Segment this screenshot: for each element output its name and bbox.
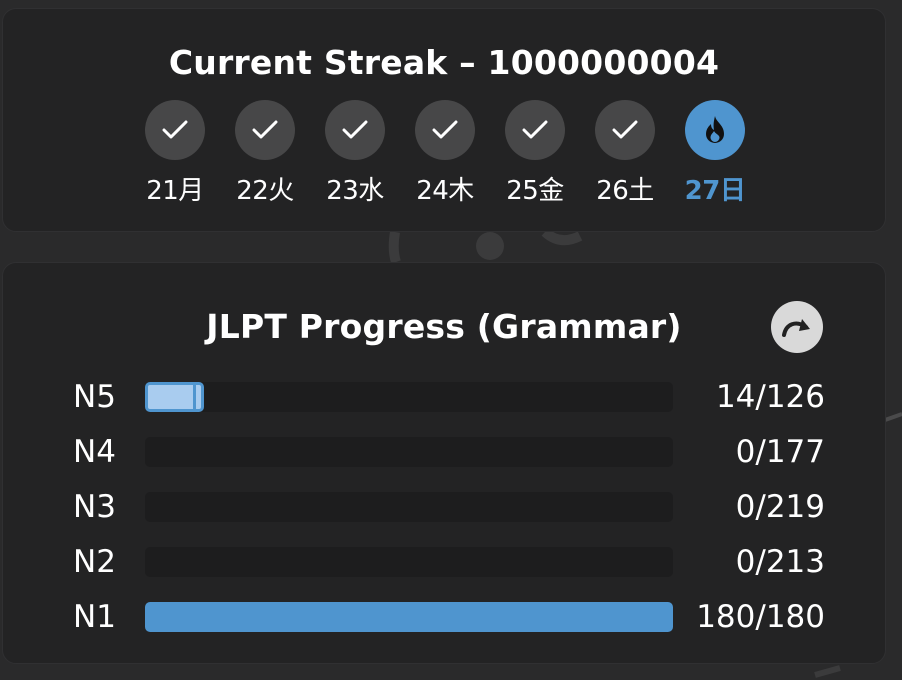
level-row-n3: N3 0/219 [3, 487, 885, 527]
day-25: 25金 [503, 100, 567, 207]
day-check-circle [415, 100, 475, 160]
progress-track [145, 437, 673, 467]
level-row-n1: N1 180/180 [3, 597, 885, 637]
day-today-circle [685, 100, 745, 160]
level-count: 0/177 [735, 434, 825, 470]
day-23: 23水 [323, 100, 387, 207]
day-label: 24木 [416, 176, 474, 206]
level-count: 180/180 [696, 599, 825, 635]
flame-icon [706, 116, 724, 143]
day-22: 22火 [233, 100, 297, 207]
check-icon [162, 120, 188, 139]
day-label: 26土 [596, 176, 654, 206]
day-24: 24木 [413, 100, 477, 207]
day-label: 22火 [236, 176, 294, 206]
jlpt-progress-card: JLPT Progress (Grammar) N5 14/126 N4 0/1… [2, 262, 886, 664]
level-label: N4 [73, 434, 116, 470]
streak-card: Current Streak – 1000000004 21月 22火 23水 … [2, 8, 886, 232]
day-label: 27日 [684, 176, 746, 206]
day-27-today: 27日 [683, 100, 747, 207]
level-row-n5: N5 14/126 [3, 377, 885, 417]
level-count: 14/126 [715, 379, 825, 415]
progress-fill [145, 602, 673, 632]
day-26: 26土 [593, 100, 657, 207]
level-label: N1 [73, 599, 116, 635]
check-icon [252, 120, 278, 139]
refresh-button[interactable] [771, 301, 823, 353]
level-label: N2 [73, 544, 116, 580]
check-icon [342, 120, 368, 139]
day-21: 21月 [143, 100, 207, 207]
streak-title: Current Streak – 1000000004 [168, 43, 720, 82]
progress-fill [145, 382, 204, 412]
level-label: N5 [73, 379, 116, 415]
progress-track [145, 492, 673, 522]
day-label: 23水 [326, 176, 384, 206]
jlpt-title: JLPT Progress (Grammar) [206, 307, 682, 346]
day-check-circle [595, 100, 655, 160]
level-label: N3 [73, 489, 116, 525]
level-row-n4: N4 0/177 [3, 432, 885, 472]
check-icon [522, 120, 548, 139]
level-count: 0/219 [735, 489, 825, 525]
check-icon [612, 120, 638, 139]
progress-track [145, 602, 673, 632]
day-check-circle [505, 100, 565, 160]
progress-track [145, 382, 673, 412]
day-check-circle [145, 100, 205, 160]
day-label: 25金 [506, 176, 564, 206]
day-label: 21月 [146, 176, 204, 206]
refresh-icon [782, 319, 810, 337]
check-icon [432, 120, 458, 139]
progress-track [145, 547, 673, 577]
day-check-circle [325, 100, 385, 160]
level-row-n2: N2 0/213 [3, 542, 885, 582]
day-check-circle [235, 100, 295, 160]
level-count: 0/213 [735, 544, 825, 580]
